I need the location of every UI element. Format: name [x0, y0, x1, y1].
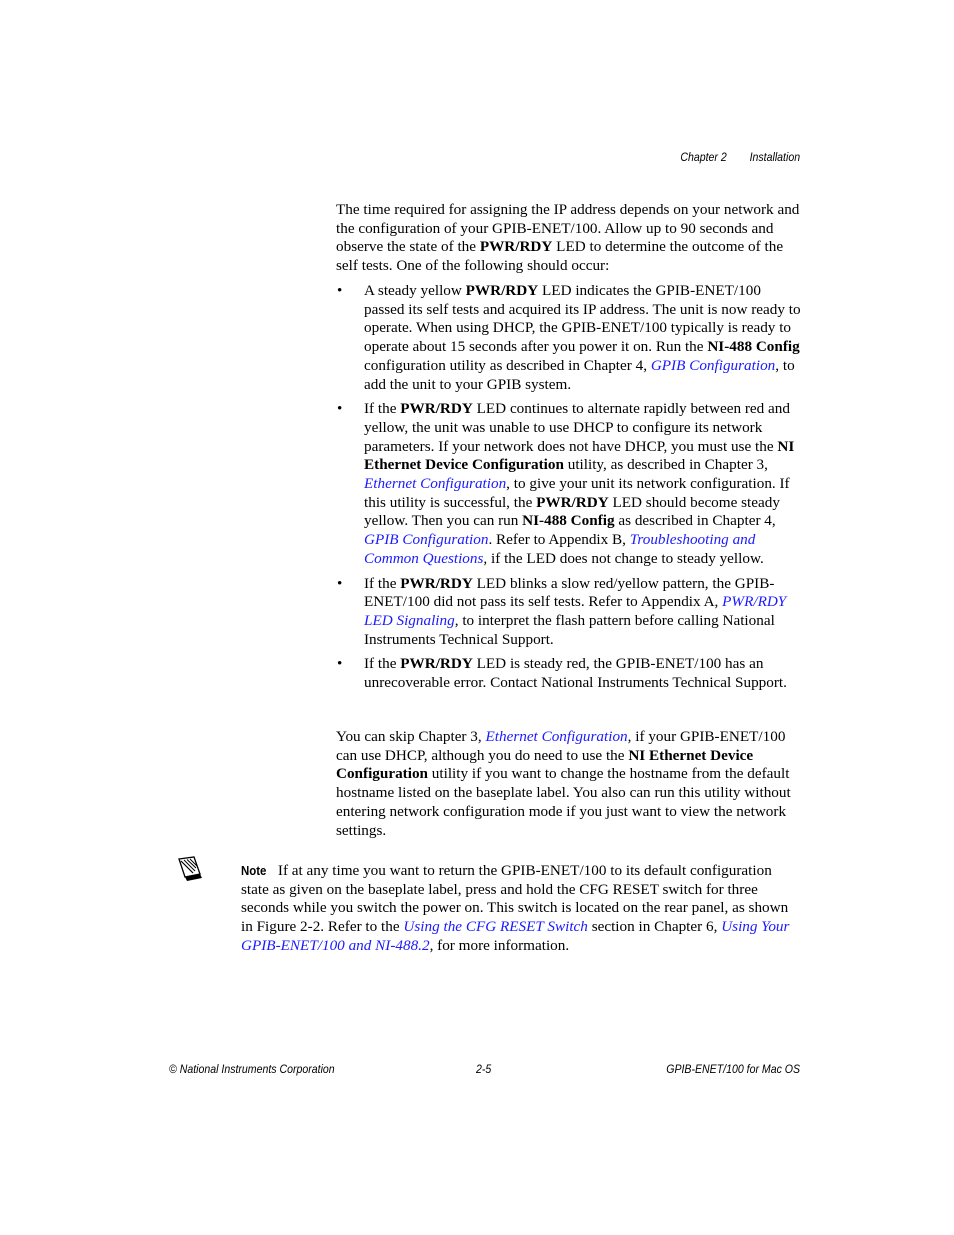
- skip-chapter-paragraph: You can skip Chapter 3, Ethernet Configu…: [336, 728, 791, 839]
- outcome-list-container: • A steady yellow PWR/RDY LED indicates …: [336, 282, 802, 699]
- link-ethernet-configuration[interactable]: Ethernet Configuration: [364, 475, 506, 492]
- link-gpib-configuration[interactable]: GPIB Configuration: [364, 531, 488, 548]
- bullet-icon: •: [337, 282, 343, 299]
- footer-copyright: © National Instruments Corporation: [169, 1062, 335, 1076]
- list-item: • If the PWR/RDY LED is steady red, the …: [337, 655, 787, 692]
- outcome-list: • A steady yellow PWR/RDY LED indicates …: [336, 282, 802, 693]
- bold-term: NI-488 Config: [522, 512, 615, 530]
- bold-term: NI-488 Config: [707, 338, 800, 356]
- footer-page-number: 2-5: [476, 1062, 492, 1076]
- bold-term: PWR/RDY: [479, 238, 553, 256]
- link-gpib-configuration[interactable]: GPIB Configuration: [651, 357, 775, 374]
- list-item: • If the PWR/RDY LED continues to altern…: [337, 400, 795, 567]
- bold-term: PWR/RDY: [400, 574, 473, 592]
- note-pencil-icon: [176, 856, 204, 882]
- bullet-icon: •: [337, 574, 343, 592]
- intro-paragraph: The time required for assigning the IP a…: [336, 201, 800, 275]
- bullet-icon: •: [337, 400, 343, 418]
- bold-term: PWR/RDY: [465, 282, 539, 299]
- list-item: • A steady yellow PWR/RDY LED indicates …: [337, 282, 801, 393]
- header-chapter: Chapter 2: [680, 150, 727, 164]
- bullet-icon: •: [337, 655, 343, 673]
- bold-term: PWR/RDY: [536, 493, 609, 511]
- list-item: • If the PWR/RDY LED blinks a slow red/y…: [337, 574, 787, 648]
- running-header: Chapter 2 Installation: [680, 150, 800, 164]
- bold-term: PWR/RDY: [400, 400, 473, 418]
- note-label: Note: [241, 863, 267, 878]
- link-ethernet-configuration[interactable]: Ethernet Configuration: [485, 728, 627, 745]
- note-callout: Note If at any time you want to return th…: [241, 862, 790, 954]
- footer-product-title: GPIB-ENET/100 for Mac OS: [666, 1062, 800, 1076]
- bold-term: PWR/RDY: [400, 655, 473, 673]
- header-section: Installation: [749, 150, 800, 164]
- link-using-cfg-reset-switch[interactable]: Using the CFG RESET Switch: [403, 918, 588, 935]
